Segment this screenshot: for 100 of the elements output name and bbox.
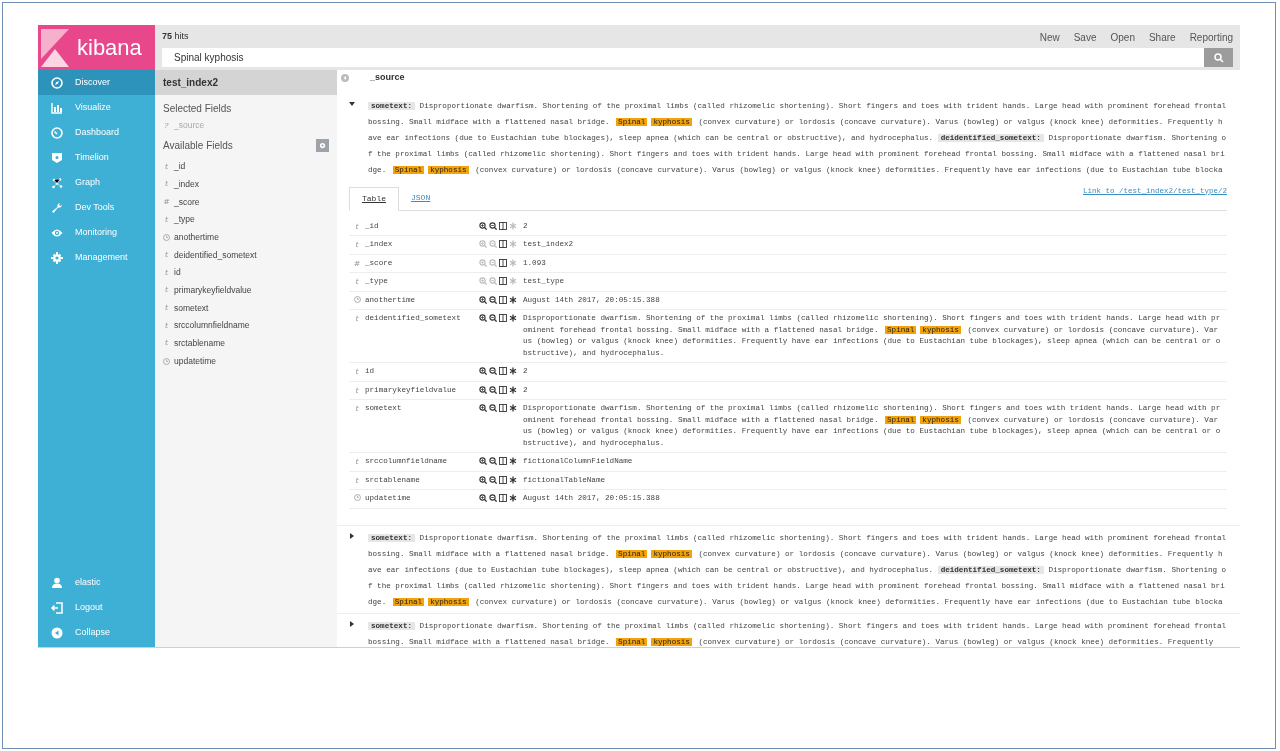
field-type-glyph: t bbox=[163, 161, 170, 172]
columns-icon[interactable] bbox=[499, 314, 507, 322]
zoom-out-icon[interactable] bbox=[489, 314, 497, 322]
compass-icon bbox=[51, 76, 63, 89]
logout-icon bbox=[51, 601, 63, 614]
hits-count: 75 hits bbox=[162, 30, 189, 44]
columns-icon[interactable] bbox=[499, 277, 507, 285]
field-type-glyph: t bbox=[354, 277, 360, 287]
asterisk-icon[interactable] bbox=[509, 295, 517, 304]
zoom-out-icon[interactable] bbox=[489, 494, 497, 502]
field-type-glyph: t bbox=[354, 385, 360, 396]
zoom-in-icon[interactable] bbox=[479, 494, 487, 502]
zoom-in-icon[interactable] bbox=[479, 385, 487, 394]
zoom-in-icon[interactable] bbox=[479, 295, 487, 304]
menu-link[interactable]: Save bbox=[1073, 29, 1097, 45]
columns-icon[interactable] bbox=[499, 404, 507, 412]
field-type-glyph: t bbox=[163, 320, 170, 331]
field-type-glyph: ? bbox=[163, 120, 170, 131]
zoom-in-icon[interactable] bbox=[479, 367, 487, 375]
clock-icon bbox=[163, 357, 170, 365]
asterisk-icon[interactable] bbox=[509, 404, 517, 412]
columns-icon[interactable] bbox=[499, 240, 507, 248]
wrench-icon bbox=[51, 201, 63, 214]
user-icon bbox=[51, 576, 63, 589]
shield-icon bbox=[51, 151, 63, 164]
columns-icon[interactable] bbox=[499, 367, 507, 375]
zoom-out-icon[interactable] bbox=[489, 221, 497, 230]
collapse-icon bbox=[51, 626, 63, 639]
tab[interactable]: JSON bbox=[399, 185, 443, 210]
menu-link[interactable]: Reporting bbox=[1189, 29, 1233, 45]
field-type-glyph: t bbox=[354, 457, 360, 467]
zoom-out-icon[interactable] bbox=[489, 475, 497, 484]
menu-link[interactable]: New bbox=[1039, 29, 1060, 45]
logo-icon bbox=[41, 28, 69, 67]
asterisk-icon[interactable] bbox=[509, 314, 517, 322]
asterisk-icon[interactable] bbox=[509, 457, 517, 465]
menu-link[interactable]: Open bbox=[1110, 29, 1135, 45]
field-name[interactable]: _id bbox=[174, 160, 186, 173]
field-name[interactable]: sometext bbox=[174, 301, 209, 315]
field-name[interactable]: deidentified_sometext bbox=[174, 248, 257, 262]
zoom-in-icon[interactable] bbox=[479, 475, 487, 484]
field-type-glyph: t bbox=[163, 303, 170, 314]
field-name[interactable]: anothertime bbox=[174, 230, 219, 244]
index-pattern-header[interactable]: test_index2 bbox=[155, 70, 337, 95]
search-field[interactable]: Spinal kyphosis bbox=[162, 48, 1204, 67]
clock-icon bbox=[353, 494, 361, 501]
settings-icon bbox=[319, 142, 326, 150]
gauge-icon bbox=[51, 126, 63, 139]
columns-icon[interactable] bbox=[499, 494, 507, 502]
field-name[interactable]: primarykeyfieldvalue bbox=[174, 283, 252, 297]
field-type-glyph: t bbox=[163, 249, 170, 260]
field-name[interactable]: _score bbox=[174, 195, 200, 209]
zoom-out-icon[interactable] bbox=[489, 295, 497, 304]
zoom-in-icon[interactable] bbox=[479, 457, 487, 465]
field-name[interactable]: srctablename bbox=[174, 337, 226, 350]
tab[interactable]: Table bbox=[349, 186, 399, 211]
zoom-in-icon[interactable] bbox=[479, 404, 487, 412]
nav-item[interactable]: Discover bbox=[38, 70, 155, 95]
field-name[interactable]: updatetime bbox=[174, 354, 217, 368]
field-type-glyph: # bbox=[353, 258, 361, 269]
field-type-glyph: t bbox=[354, 367, 360, 377]
asterisk-icon[interactable] bbox=[509, 367, 517, 375]
asterisk-icon[interactable] bbox=[509, 385, 517, 394]
graph-icon bbox=[51, 176, 63, 189]
search-button[interactable] bbox=[1204, 48, 1233, 67]
columns-icon[interactable] bbox=[499, 457, 507, 465]
zoom-in-icon[interactable] bbox=[479, 314, 487, 322]
caret-icon[interactable] bbox=[349, 100, 355, 107]
kibana-logo[interactable]: kibana bbox=[38, 25, 155, 70]
field-type-glyph: t bbox=[163, 214, 170, 225]
field-type-glyph: t bbox=[354, 221, 360, 232]
asterisk-icon[interactable] bbox=[509, 475, 517, 484]
clock-icon bbox=[163, 233, 170, 241]
field-type-glyph: t bbox=[354, 404, 360, 414]
columns-icon[interactable] bbox=[499, 295, 507, 304]
caret-icon[interactable] bbox=[349, 532, 355, 539]
asterisk-icon[interactable] bbox=[509, 494, 517, 502]
zoom-out-icon[interactable] bbox=[489, 404, 497, 412]
field-type-glyph: t bbox=[354, 314, 360, 324]
field-type-glyph: t bbox=[354, 240, 360, 250]
zoom-in-icon[interactable] bbox=[479, 221, 487, 230]
field-name[interactable]: _index bbox=[174, 177, 200, 191]
zoom-out-icon[interactable] bbox=[489, 367, 497, 375]
columns-icon[interactable] bbox=[499, 221, 507, 230]
clock-icon bbox=[353, 295, 361, 303]
field-type-glyph: t bbox=[354, 475, 360, 486]
column-header: _source bbox=[370, 71, 405, 84]
search-icon bbox=[1213, 52, 1224, 63]
field-type-glyph: t bbox=[163, 338, 170, 349]
menu-link[interactable]: Share bbox=[1148, 29, 1176, 45]
field-name[interactable]: id bbox=[174, 266, 181, 280]
zoom-out-icon[interactable] bbox=[489, 385, 497, 394]
columns-icon[interactable] bbox=[499, 385, 507, 394]
bar-chart-icon bbox=[51, 101, 63, 114]
columns-icon[interactable] bbox=[499, 475, 507, 484]
zoom-out-icon[interactable] bbox=[489, 457, 497, 465]
field-name[interactable]: srccolumnfieldname bbox=[174, 319, 250, 333]
caret-icon[interactable] bbox=[349, 620, 355, 627]
columns-icon[interactable] bbox=[499, 258, 507, 267]
field-name[interactable]: _type bbox=[174, 213, 195, 226]
